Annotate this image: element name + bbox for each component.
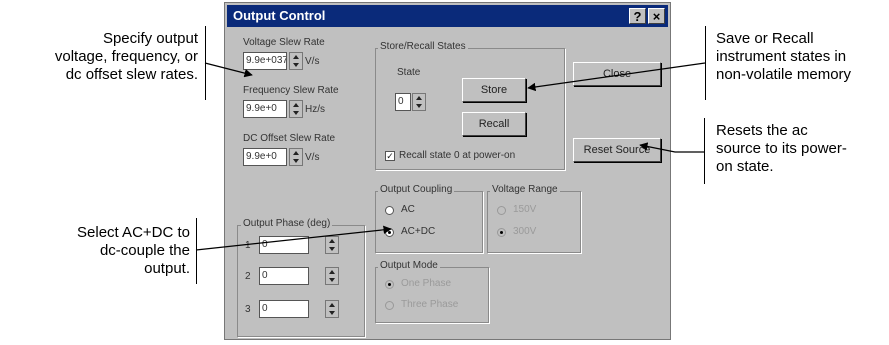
spin-arrows[interactable]	[325, 236, 339, 254]
spin-arrows[interactable]	[289, 52, 303, 70]
annotation-line: Resets the ac	[716, 122, 808, 139]
annotation-save-recall: Save or Recall instrument states in non-…	[716, 30, 888, 84]
coupling-acdc-radio[interactable]	[385, 228, 394, 237]
voltage-slew-input[interactable]: 9.9e+037	[243, 52, 287, 70]
state-input[interactable]: 0	[395, 93, 411, 111]
output-coupling-label: Output Coupling	[378, 184, 455, 195]
output-phase-label: Output Phase (deg)	[241, 218, 333, 229]
annotation-reset: Resets the ac source to its power- on st…	[716, 122, 886, 176]
output-mode-label: Output Mode	[378, 260, 440, 271]
dc-offset-slew-unit: V/s	[305, 152, 320, 163]
annotation-bracket	[205, 26, 206, 100]
mode-three-phase-radio[interactable]	[385, 301, 394, 310]
down-arrow-icon	[293, 111, 299, 115]
frequency-slew-unit: Hz/s	[305, 104, 325, 115]
output-mode-group	[375, 267, 489, 323]
up-arrow-icon	[293, 151, 299, 155]
mode-three-phase-label[interactable]: Three Phase	[401, 299, 458, 310]
recall-power-on-checkbox[interactable]: ✓	[385, 151, 395, 161]
dc-offset-slew-input[interactable]: 9.9e+0	[243, 148, 287, 166]
range-150v-label[interactable]: 150V	[513, 204, 536, 215]
annotation-line: non-volatile memory	[716, 66, 852, 83]
annotation-line: on state.	[716, 158, 774, 175]
phase-2-input[interactable]: 0	[259, 267, 309, 285]
annotation-select-acdc: Select AC+DC to dc-couple the output.	[28, 224, 190, 278]
up-arrow-icon	[329, 239, 335, 243]
annotation-line: instrument states in	[716, 48, 847, 65]
phase-2-label: 2	[245, 271, 251, 282]
close-x-button[interactable]: ×	[648, 8, 665, 24]
output-control-dialog: Output Control ? × Voltage Slew Rate 9.9…	[224, 2, 671, 340]
up-arrow-icon	[293, 103, 299, 107]
reset-source-button[interactable]: Reset Source	[573, 138, 661, 162]
phase-1-input[interactable]: 0	[259, 236, 309, 254]
down-arrow-icon	[416, 104, 422, 108]
up-arrow-icon	[329, 303, 335, 307]
frequency-slew-input[interactable]: 9.9e+0	[243, 100, 287, 118]
range-300v-radio[interactable]	[497, 228, 506, 237]
annotation-line: Specify output	[102, 30, 198, 47]
spin-arrows[interactable]	[325, 267, 339, 285]
annotation-line: dc-couple the	[99, 242, 190, 259]
frequency-slew-label: Frequency Slew Rate	[243, 85, 339, 96]
voltage-range-group	[487, 191, 581, 253]
voltage-range-label: Voltage Range	[490, 184, 560, 195]
spin-arrows[interactable]	[289, 100, 303, 118]
annotation-bracket	[704, 118, 705, 184]
store-button[interactable]: Store	[462, 78, 526, 102]
spin-arrows[interactable]	[289, 148, 303, 166]
mode-one-phase-radio[interactable]	[385, 280, 394, 289]
phase-1-label: 1	[245, 240, 251, 251]
annotation-line: dc offset slew rates.	[65, 66, 198, 83]
mode-one-phase-label[interactable]: One Phase	[401, 278, 451, 289]
help-button[interactable]: ?	[629, 8, 646, 24]
annotation-slew-rates: Specify output voltage, frequency, or dc…	[28, 30, 198, 84]
up-arrow-icon	[329, 270, 335, 274]
output-coupling-group	[375, 191, 483, 253]
voltage-slew-unit: V/s	[305, 56, 320, 67]
down-arrow-icon	[293, 63, 299, 67]
down-arrow-icon	[329, 311, 335, 315]
voltage-slew-label: Voltage Slew Rate	[243, 37, 325, 48]
annotation-line: Select AC+DC to	[77, 224, 190, 241]
down-arrow-icon	[329, 247, 335, 251]
annotation-bracket	[196, 218, 197, 284]
store-recall-label: Store/Recall States	[378, 41, 468, 52]
up-arrow-icon	[416, 96, 422, 100]
coupling-ac-radio[interactable]	[385, 206, 394, 215]
dialog-title: Output Control	[233, 8, 326, 23]
title-bar: Output Control ? ×	[227, 5, 668, 27]
annotation-line: source to its power-	[716, 140, 847, 157]
annotation-line: voltage, frequency, or	[54, 48, 198, 65]
annotation-bracket	[705, 26, 706, 100]
phase-3-input[interactable]: 0	[259, 300, 309, 318]
range-300v-label[interactable]: 300V	[513, 226, 536, 237]
annotation-line: Save or Recall	[716, 30, 814, 47]
close-button[interactable]: Close	[573, 62, 661, 86]
recall-button[interactable]: Recall	[462, 112, 526, 136]
dc-offset-slew-label: DC Offset Slew Rate	[243, 133, 336, 144]
up-arrow-icon	[293, 55, 299, 59]
coupling-acdc-label[interactable]: AC+DC	[401, 226, 435, 237]
annotation-line: output.	[144, 260, 190, 277]
down-arrow-icon	[293, 159, 299, 163]
down-arrow-icon	[329, 278, 335, 282]
phase-3-label: 3	[245, 304, 251, 315]
coupling-ac-label[interactable]: AC	[401, 204, 415, 215]
spin-arrows[interactable]	[325, 300, 339, 318]
range-150v-radio[interactable]	[497, 206, 506, 215]
spin-arrows[interactable]	[412, 93, 426, 111]
recall-power-on-label[interactable]: Recall state 0 at power-on	[399, 150, 515, 161]
state-label: State	[397, 67, 421, 78]
